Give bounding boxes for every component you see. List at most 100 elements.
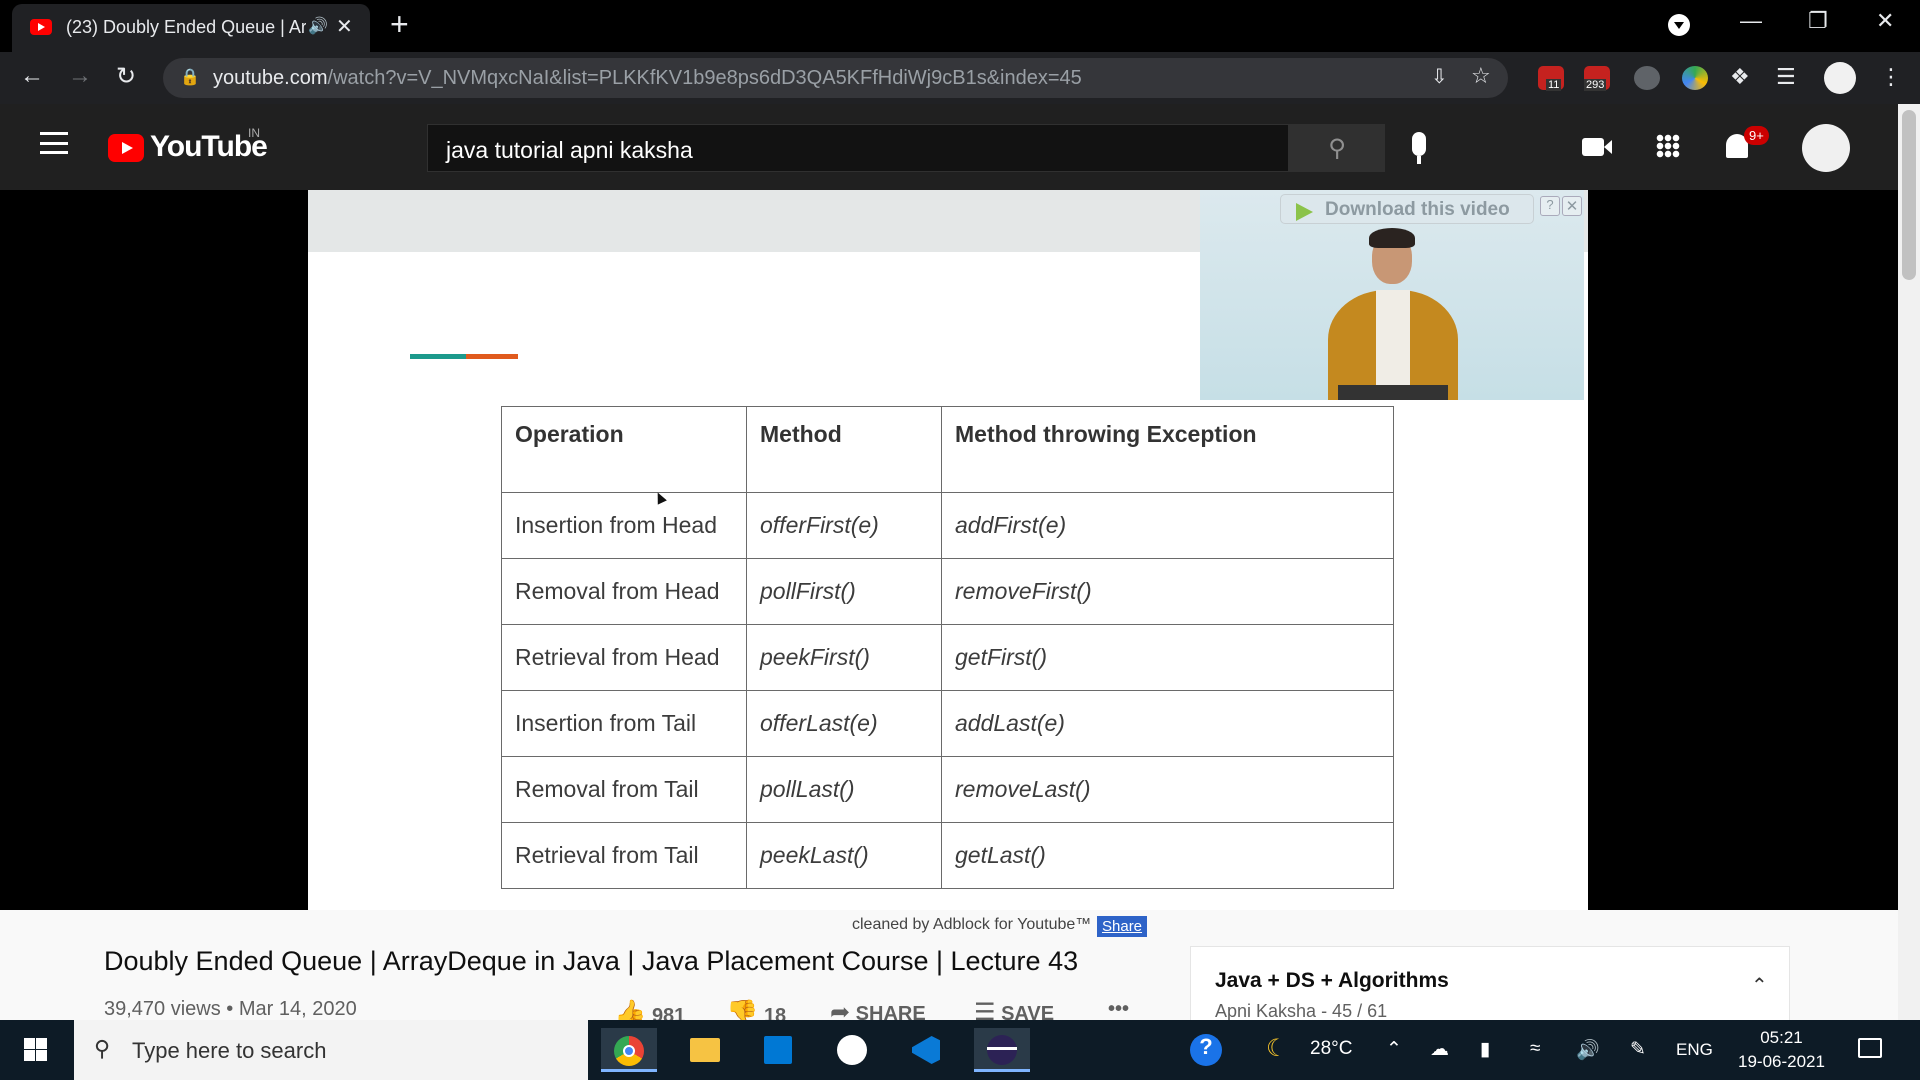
vscode-icon[interactable] (898, 1028, 954, 1072)
download-close-icon[interactable]: ✕ (1562, 196, 1582, 216)
adblock-credit: cleaned by Adblock for Youtube™ (852, 916, 1092, 933)
extensions-puzzle-icon[interactable]: ❖ (1730, 64, 1750, 90)
download-help-icon[interactable]: ? (1540, 196, 1560, 216)
notification-count-badge: 9+ (1744, 126, 1769, 145)
url-text: youtube.com/watch?v=V_NVMqxcNaI&list=PLK… (213, 67, 1082, 90)
url-host: youtube.com (213, 67, 328, 89)
help-icon[interactable]: ? (1190, 1034, 1222, 1066)
cell-method: pollFirst() (746, 558, 942, 625)
chrome-menu-icon[interactable]: ⋮ (1880, 64, 1902, 90)
profile-avatar-icon[interactable] (1824, 62, 1856, 94)
cell-exception-method: removeLast() (941, 756, 1394, 823)
adblock-share-link[interactable]: Share (1097, 916, 1148, 937)
cell-method: offerFirst(e) (746, 492, 942, 559)
playlist-panel[interactable]: Java + DS + Algorithms Apni Kaksha - 45 … (1190, 946, 1790, 1026)
hamburger-menu-icon[interactable] (40, 132, 68, 154)
windows-start-icon[interactable] (0, 1020, 70, 1080)
system-clock[interactable]: 05:21 19-06-2021 (1738, 1026, 1825, 1074)
action-center-icon[interactable] (1858, 1038, 1882, 1058)
store-icon[interactable] (750, 1028, 806, 1072)
header-method: Method (746, 406, 942, 493)
watch-metadata: cleaned by Adblock for Youtube™ Share Do… (0, 910, 1920, 1028)
close-tab-icon[interactable]: ✕ (336, 14, 353, 39)
laptop (1338, 385, 1448, 400)
table-header-row: Operation Method Method throwing Excepti… (501, 406, 1394, 493)
clock-time: 05:21 (1760, 1028, 1803, 1047)
onedrive-cloud-icon[interactable]: ☁ (1430, 1038, 1449, 1061)
cell-operation: Removal from Tail (501, 756, 747, 823)
wifi-icon[interactable]: ≈ (1530, 1038, 1540, 1060)
scrollbar-thumb[interactable] (1902, 110, 1916, 280)
youtube-masthead: YouTube IN java tutorial apni kaksha ⚲ 9… (0, 104, 1920, 190)
deque-operations-table: Operation Method Method throwing Excepti… (501, 406, 1394, 889)
weather-temperature[interactable]: 28°C (1310, 1038, 1352, 1060)
cloud-extension-icon[interactable] (1634, 66, 1660, 90)
restore-icon[interactable]: ❐ (1808, 8, 1828, 34)
battery-icon[interactable]: ▮ (1480, 1038, 1490, 1061)
reload-icon[interactable]: ↻ (116, 62, 136, 91)
search-icon: ⚲ (94, 1036, 111, 1061)
new-tab-button[interactable]: + (390, 6, 409, 43)
tab-title: (23) Doubly Ended Queue | ArrayDeque in … (66, 17, 306, 37)
create-video-icon[interactable] (1582, 138, 1612, 156)
adblock-extension-icon[interactable]: 11 (1538, 66, 1564, 91)
header-method-exception: Method throwing Exception (941, 406, 1394, 493)
color-extension-icon[interactable] (1682, 66, 1708, 90)
back-icon[interactable]: ← (20, 62, 44, 90)
input-language[interactable]: ENG (1676, 1040, 1713, 1060)
minimize-icon[interactable]: — (1740, 8, 1762, 34)
video-player[interactable]: Operation Method Method throwing Excepti… (308, 190, 1588, 910)
cell-exception-method: getLast() (941, 822, 1394, 889)
pen-icon[interactable]: ✎ (1630, 1038, 1646, 1061)
cell-exception-method: removeFirst() (941, 558, 1394, 625)
search-button[interactable]: ⚲ (1289, 124, 1385, 172)
download-video-button[interactable]: Download this video (1280, 194, 1534, 224)
youtube-logo-icon[interactable] (108, 134, 144, 162)
forward-icon[interactable]: → (68, 62, 92, 90)
windows-taskbar: ⚲ Type here to search ? ☾ 28°C ⌃ ☁ ▮ ≈ 🔊… (0, 1020, 1920, 1080)
table-row: Insertion from Head offerFirst(e) addFir… (501, 492, 1394, 559)
clock-date: 19-06-2021 (1738, 1052, 1825, 1071)
browser-tab[interactable]: (23) Doubly Ended Queue | ArrayDeque in … (12, 4, 370, 52)
weather-moon-icon: ☾ (1266, 1035, 1288, 1062)
close-window-icon[interactable]: ✕ (1876, 8, 1894, 34)
chrome-taskbar-icon[interactable] (601, 1028, 657, 1072)
tab-search-icon[interactable] (1668, 14, 1690, 36)
github-desktop-icon[interactable] (824, 1028, 880, 1072)
cell-exception-method: addFirst(e) (941, 492, 1394, 559)
slide-accent-orange (466, 354, 518, 359)
taskbar-search-box[interactable]: ⚲ Type here to search (74, 1020, 588, 1080)
table-row: Removal from Head pollFirst() removeFirs… (501, 558, 1394, 625)
tab-strip: (23) Doubly Ended Queue | ArrayDeque in … (0, 0, 1920, 52)
lock-icon: 🔒 (180, 69, 200, 86)
taskbar-search-placeholder: Type here to search (132, 1038, 327, 1063)
microphone-icon[interactable] (1412, 132, 1426, 164)
speaker-icon[interactable]: 🔊 (308, 16, 328, 36)
webcam-overlay: Download this video ? ✕ (1200, 190, 1584, 400)
media-control-icon[interactable]: ☰ (1776, 64, 1796, 90)
mail-extension-icon[interactable]: 293 (1584, 66, 1610, 91)
install-app-icon[interactable]: ⇩ (1431, 64, 1448, 89)
show-hidden-icons[interactable]: ⌃ (1386, 1038, 1402, 1061)
apps-grid-icon[interactable] (1656, 134, 1680, 158)
eclipse-icon[interactable] (974, 1028, 1030, 1072)
collapse-chevron-icon[interactable]: ⌃ (1751, 973, 1768, 998)
more-actions-button[interactable]: ••• (1108, 998, 1129, 1021)
cell-operation: Insertion from Tail (501, 690, 747, 757)
file-explorer-icon[interactable] (676, 1028, 732, 1072)
presenter-hair (1369, 228, 1415, 248)
volume-icon[interactable]: 🔊 (1576, 1038, 1600, 1062)
video-views-date: 39,470 views • Mar 14, 2020 (104, 998, 357, 1020)
video-title: Doubly Ended Queue | ArrayDeque in Java … (104, 946, 1079, 976)
cell-operation: Retrieval from Tail (501, 822, 747, 889)
account-avatar[interactable] (1802, 124, 1850, 172)
playlist-subtitle: Apni Kaksha - 45 / 61 (1215, 1001, 1388, 1021)
bookmark-star-icon[interactable]: ☆ (1471, 63, 1491, 89)
address-bar[interactable]: 🔒 youtube.com/watch?v=V_NVMqxcNaI&list=P… (163, 58, 1508, 98)
cell-operation: Removal from Head (501, 558, 747, 625)
page-scrollbar[interactable] (1898, 104, 1920, 1020)
playlist-title: Java + DS + Algorithms (1215, 969, 1449, 992)
search-input[interactable]: java tutorial apni kaksha (427, 124, 1289, 172)
cell-method: peekFirst() (746, 624, 942, 691)
browser-toolbar: ← → ↻ 🔒 youtube.com/watch?v=V_NVMqxcNaI&… (0, 52, 1920, 104)
